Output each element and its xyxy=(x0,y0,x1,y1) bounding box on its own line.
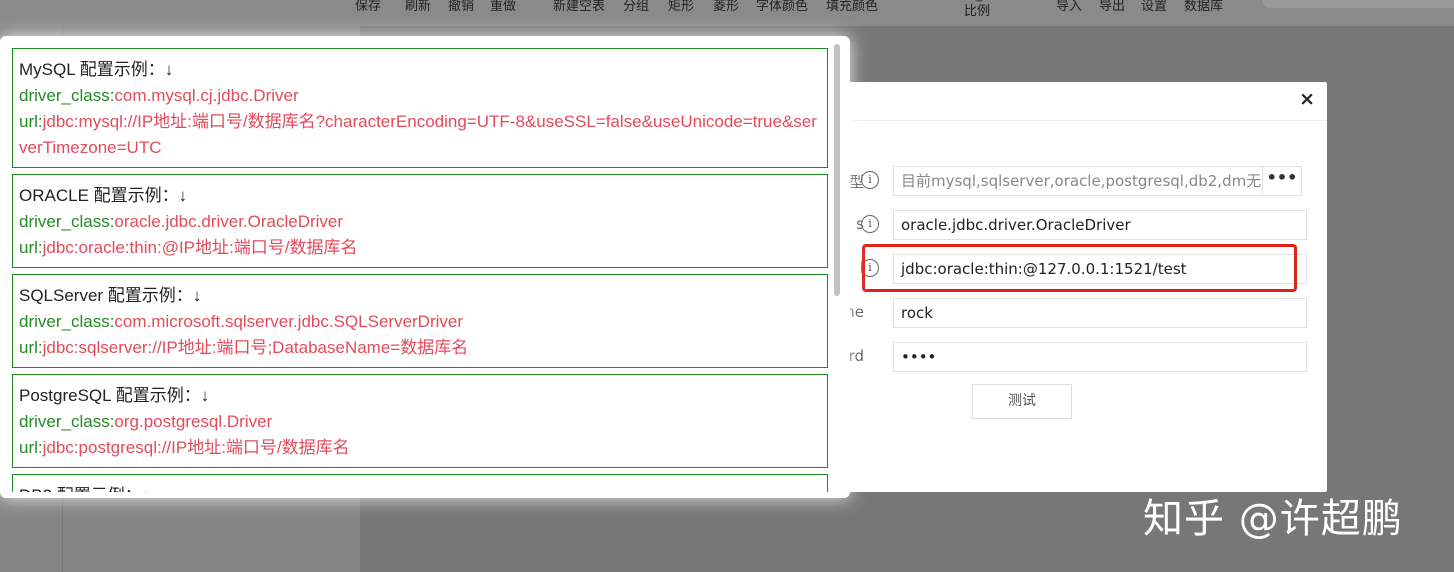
save-button[interactable]: 保存 xyxy=(355,0,381,14)
config-examples-popup: MySQL 配置示例：↓ driver_class:com.mysql.cj.j… xyxy=(0,36,850,498)
redo-button[interactable]: 重做 xyxy=(490,0,516,14)
examples-list[interactable]: MySQL 配置示例：↓ driver_class:com.mysql.cj.j… xyxy=(12,48,828,492)
info-icon[interactable]: i xyxy=(861,215,879,233)
driver-class-input[interactable]: oracle.jdbc.driver.OracleDriver xyxy=(893,210,1307,240)
driver-class-key: driver_class: xyxy=(19,412,115,431)
driver-class-value: com.mysql.cj.jdbc.Driver xyxy=(114,86,299,105)
scale-button[interactable]: 比例 xyxy=(964,5,990,19)
example-title: MySQL 配置示例：↓ xyxy=(19,60,174,79)
example-title: PostgreSQL 配置示例：↓ xyxy=(19,386,210,405)
refresh-button[interactable]: 刷新 xyxy=(405,0,431,14)
driver-class-value: com.microsoft.sqlserver.jdbc.SQLServerDr… xyxy=(114,312,464,331)
form-row-username: ne rock xyxy=(838,298,1327,328)
top-search-box[interactable] xyxy=(1262,0,1454,8)
diamond-button[interactable]: 菱形 xyxy=(713,0,739,14)
url-value: jdbc:sqlserver://IP地址:端口号;DatabaseName=数… xyxy=(42,338,469,357)
form-row-type: 型 i 目前mysql,sqlserver,oracle,postgresql,… xyxy=(838,166,1327,196)
url-value: jdbc:mysql://IP地址:端口号/数据库名?characterEnco… xyxy=(19,112,817,157)
new-sheet-button[interactable]: 新建空表 xyxy=(553,0,605,14)
example-card-sqlserver: SQLServer 配置示例：↓ driver_class:com.micros… xyxy=(12,274,828,368)
font-color-button[interactable]: 字体颜色 xyxy=(756,0,808,14)
scale-icon xyxy=(974,0,984,2)
database-button[interactable]: 数据库 xyxy=(1184,0,1223,14)
form-row-password: rd •••• xyxy=(838,342,1327,372)
example-card-mysql: MySQL 配置示例：↓ driver_class:com.mysql.cj.j… xyxy=(12,48,828,168)
url-key: url: xyxy=(19,438,43,457)
undo-button[interactable]: 撤销 xyxy=(448,0,474,14)
settings-button[interactable]: 设置 xyxy=(1141,0,1167,14)
watermark: 知乎 @许超鹏 xyxy=(1143,496,1403,542)
url-value: jdbc:postgresql://IP地址:端口号/数据库名 xyxy=(42,438,350,457)
example-title: ORACLE 配置示例：↓ xyxy=(19,186,188,205)
example-title: DB2 配置示例：↓ xyxy=(19,483,821,492)
close-icon[interactable]: × xyxy=(1299,88,1315,110)
dialog-header-divider xyxy=(838,120,1327,121)
import-button[interactable]: 导入 xyxy=(1056,0,1082,14)
driver-class-value: org.postgresql.Driver xyxy=(114,412,273,431)
example-title: SQLServer 配置示例：↓ xyxy=(19,286,202,305)
more-button[interactable]: ••• xyxy=(1262,166,1302,196)
example-card-oracle: ORACLE 配置示例：↓ driver_class:oracle.jdbc.d… xyxy=(12,174,828,268)
url-highlight-annotation xyxy=(862,244,1297,292)
example-card-postgresql: PostgreSQL 配置示例：↓ driver_class:org.postg… xyxy=(12,374,828,468)
top-toolbar: 保存 刷新 撤销 重做 新建空表 分组 矩形 菱形 字体颜色 填充颜色 比例 导… xyxy=(0,0,1454,26)
export-button[interactable]: 导出 xyxy=(1099,0,1125,14)
type-input[interactable]: 目前mysql,sqlserver,oracle,postgresql,db2,… xyxy=(893,166,1269,196)
group-button[interactable]: 分组 xyxy=(623,0,649,14)
scrollbar-thumb[interactable] xyxy=(834,44,840,296)
example-card-db2: DB2 配置示例：↓ xyxy=(12,474,828,492)
rect-button[interactable]: 矩形 xyxy=(668,0,694,14)
password-input[interactable]: •••• xyxy=(893,342,1307,372)
test-button[interactable]: 测试 xyxy=(972,384,1072,419)
driver-class-key: driver_class: xyxy=(19,312,115,331)
url-key: url: xyxy=(19,338,43,357)
username-input[interactable]: rock xyxy=(893,298,1307,328)
driver-class-key: driver_class: xyxy=(19,212,115,231)
driver-class-value: oracle.jdbc.driver.OracleDriver xyxy=(114,212,344,231)
url-key: url: xyxy=(19,238,43,257)
info-icon[interactable]: i xyxy=(861,171,879,189)
fill-color-button[interactable]: 填充颜色 xyxy=(826,0,878,14)
url-value: jdbc:oracle:thin:@IP地址:端口号/数据库名 xyxy=(42,238,358,257)
driver-class-key: driver_class: xyxy=(19,86,115,105)
form-row-driver-class: s i oracle.jdbc.driver.OracleDriver xyxy=(838,210,1327,240)
url-key: url: xyxy=(19,112,43,131)
